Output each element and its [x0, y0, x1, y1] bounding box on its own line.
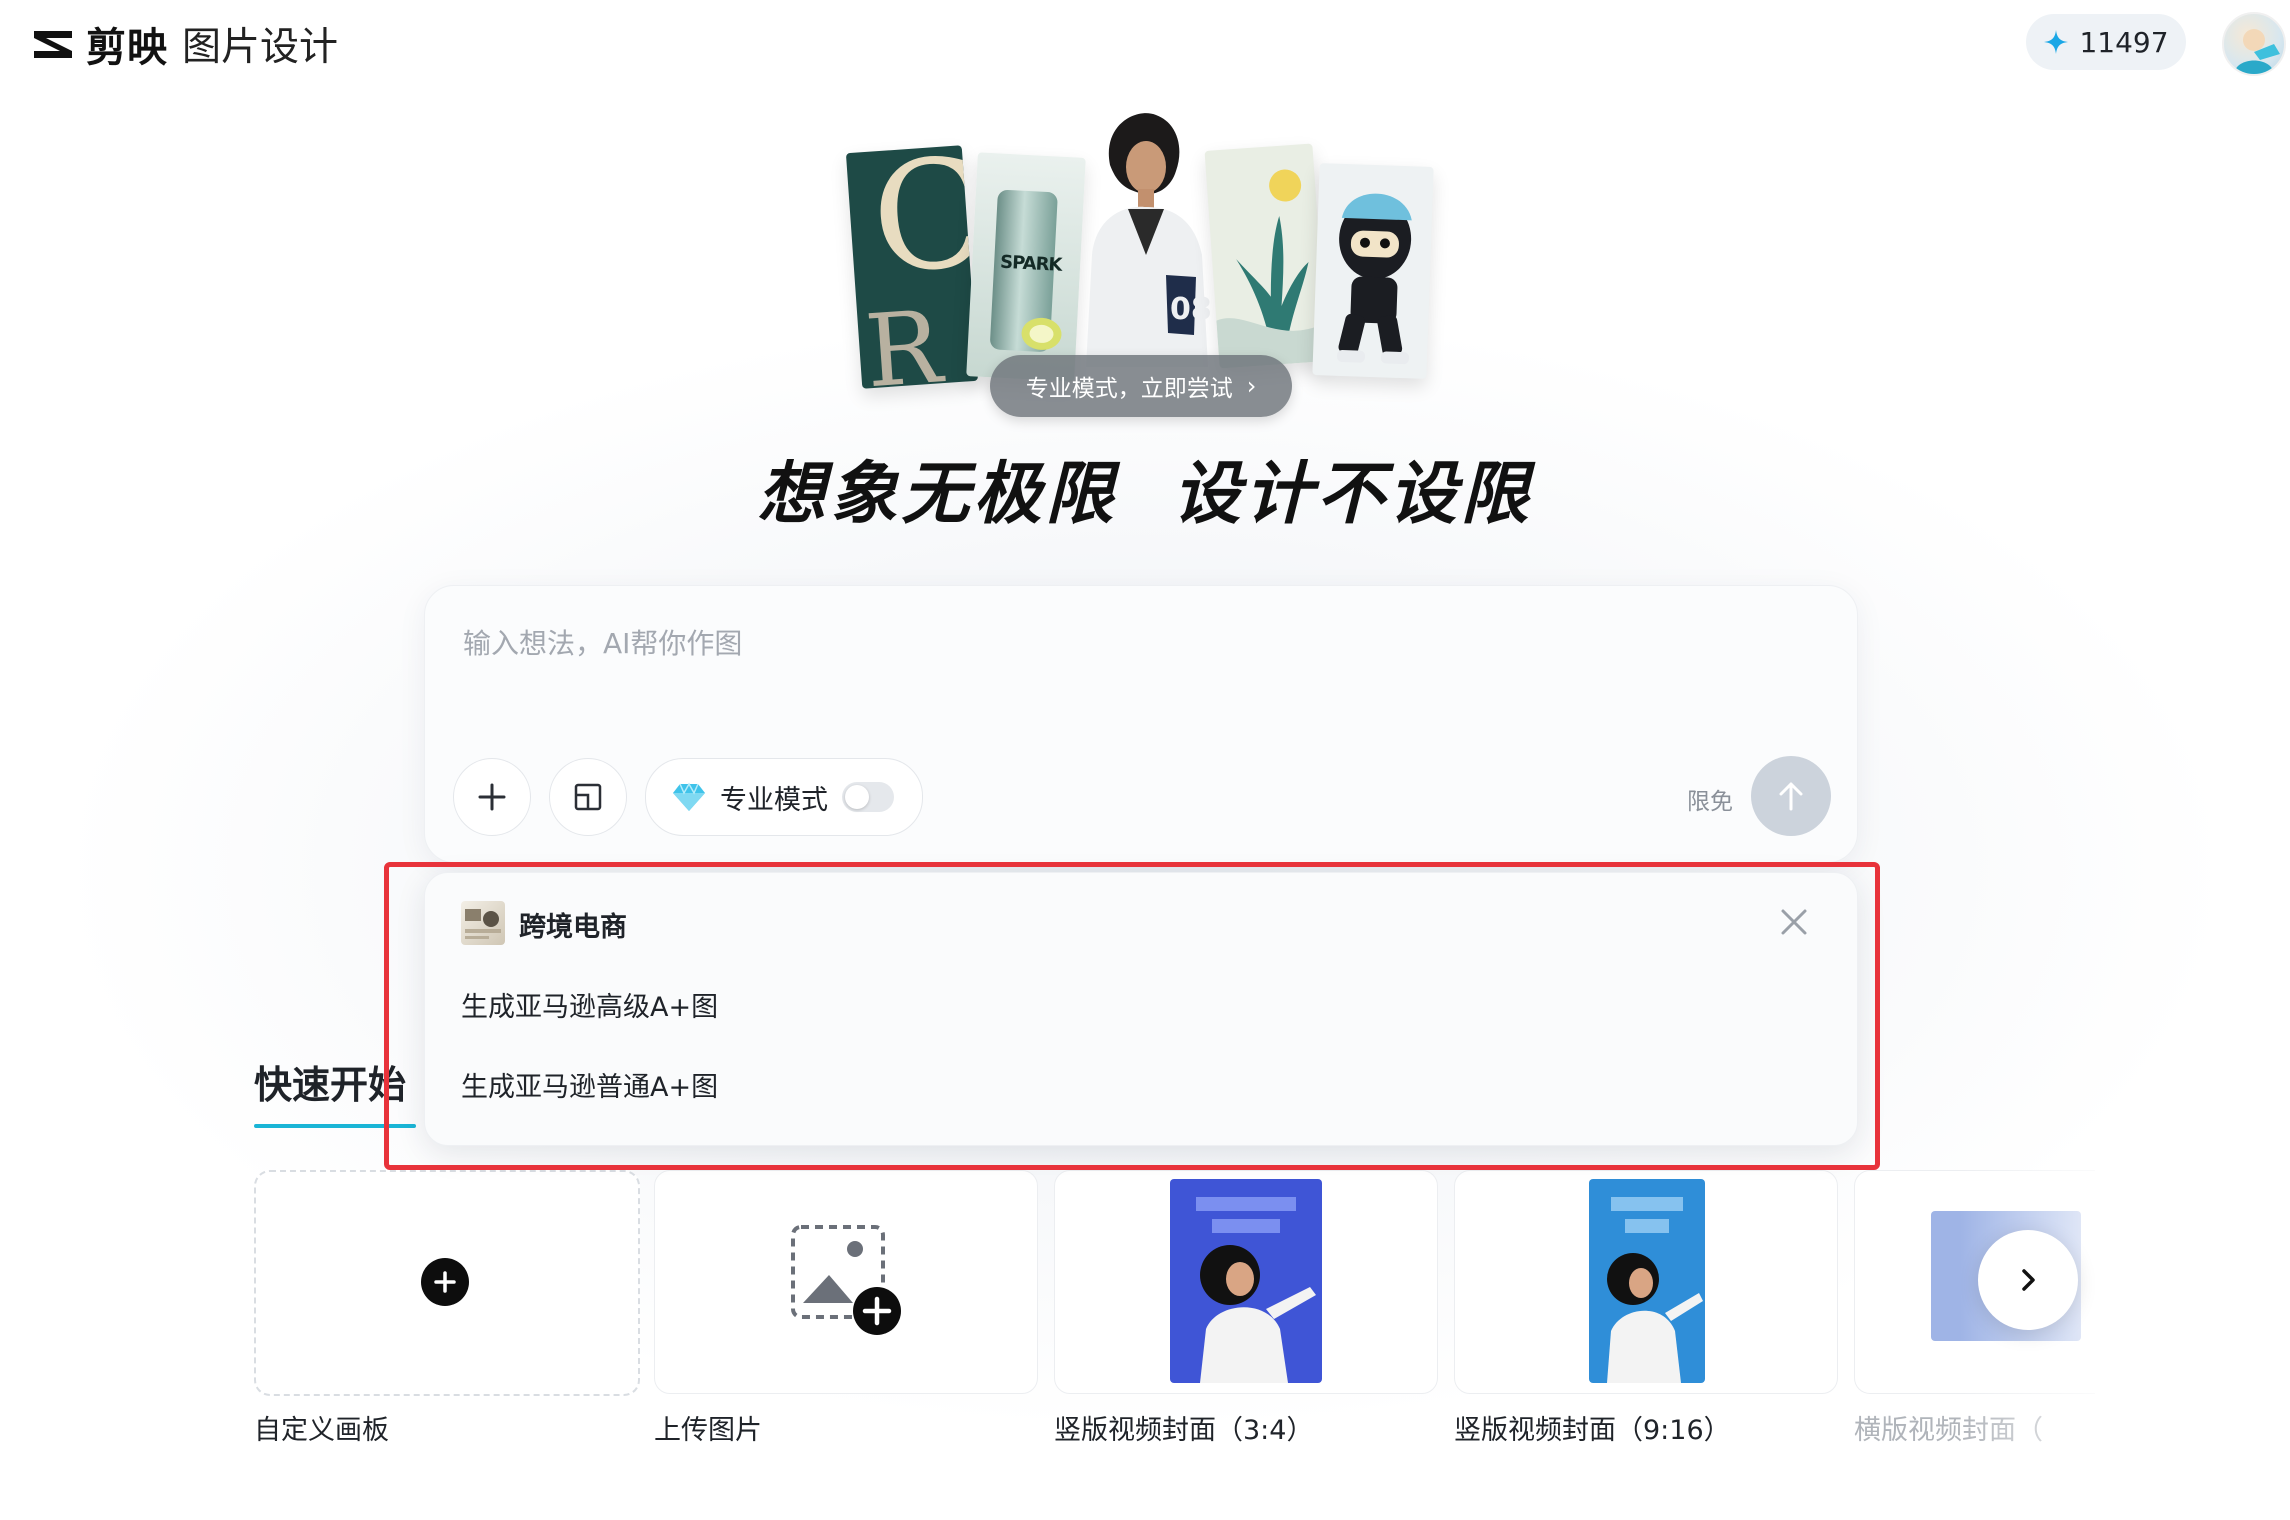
- product-name: 图片设计: [182, 25, 339, 70]
- page-headline: 想象无极限 设计不设限: [757, 454, 1533, 534]
- close-icon[interactable]: [1777, 905, 1811, 939]
- image-upload-icon: [791, 1225, 901, 1335]
- custom-canvas-tile[interactable]: [254, 1170, 640, 1396]
- tile-label: 竖版视频封面（9:16）: [1454, 1415, 1731, 1446]
- suggestion-item[interactable]: 生成亚马逊普通A+图: [461, 1065, 718, 1104]
- cover-thumbnail: [1589, 1179, 1705, 1383]
- app-logo[interactable]: 剪映 图片设计: [30, 16, 338, 72]
- cover-thumbnail: [1170, 1179, 1322, 1383]
- chevron-right-icon: ›: [1246, 372, 1257, 400]
- free-badge: 限免: [1687, 789, 1733, 815]
- send-button[interactable]: [1751, 756, 1831, 836]
- ecommerce-category-icon: [461, 901, 505, 945]
- vertical-cover-3-4-tile[interactable]: [1054, 1170, 1438, 1394]
- poster-card-toy: [1312, 163, 1434, 379]
- tile-label: 竖版视频封面（3:4）: [1054, 1415, 1314, 1446]
- capcut-logo-icon: [34, 31, 72, 58]
- switch-knob: [845, 785, 869, 809]
- diamond-icon: [673, 782, 705, 811]
- quick-start-underline: [254, 1124, 416, 1128]
- upload-image-tile[interactable]: [654, 1170, 1038, 1394]
- pro-mode-toggle[interactable]: 专业模式: [645, 758, 923, 836]
- suggestion-category: 跨境电商: [519, 912, 627, 943]
- pro-mode-label: 专业模式: [720, 784, 828, 816]
- add-attachment-button[interactable]: [453, 758, 531, 836]
- poster-card-model: 08: [1066, 105, 1226, 367]
- suggestion-dropdown: 跨境电商 生成亚马逊高级A+图 生成亚马逊普通A+图: [424, 872, 1858, 1146]
- layout-size-button[interactable]: [549, 758, 627, 836]
- plus-icon: [478, 783, 506, 811]
- suggestion-item[interactable]: 生成亚马逊高级A+图: [461, 985, 718, 1024]
- prompt-input[interactable]: [461, 626, 1765, 661]
- user-avatar[interactable]: [2222, 12, 2286, 76]
- hero-collage: C R SPARK 08: [845, 105, 1434, 395]
- tile-label: 上传图片: [654, 1415, 762, 1446]
- brand-name: 剪映: [86, 25, 168, 71]
- vertical-cover-9-16-tile[interactable]: [1454, 1170, 1838, 1394]
- layout-icon: [574, 783, 602, 811]
- prompt-box: 专业模式 限免: [424, 585, 1858, 863]
- tile-label: 自定义画板: [254, 1415, 389, 1446]
- chevron-right-icon: [2022, 1269, 2035, 1291]
- pro-mode-try-label: 专业模式，立即尝试: [1025, 376, 1233, 402]
- avatar-image: [2234, 29, 2280, 74]
- carousel-next-button[interactable]: [1978, 1230, 2078, 1330]
- arrow-up-icon: [1779, 782, 1803, 811]
- pro-mode-switch[interactable]: [842, 782, 894, 812]
- svg-text:08: 08: [1170, 292, 1212, 327]
- plus-circle-icon: [421, 1258, 469, 1306]
- poster-card-letters: C R: [845, 145, 979, 389]
- quick-start-title: 快速开始: [254, 1063, 407, 1107]
- spark-text: SPARK: [999, 251, 1062, 276]
- pro-mode-try-button[interactable]: 专业模式，立即尝试 ›: [990, 355, 1292, 417]
- credits-badge[interactable]: 11497: [2026, 14, 2186, 70]
- credits-count: 11497: [2079, 25, 2169, 59]
- sparkle-icon: [2044, 30, 2069, 54]
- poster-card-plant: [1204, 143, 1328, 369]
